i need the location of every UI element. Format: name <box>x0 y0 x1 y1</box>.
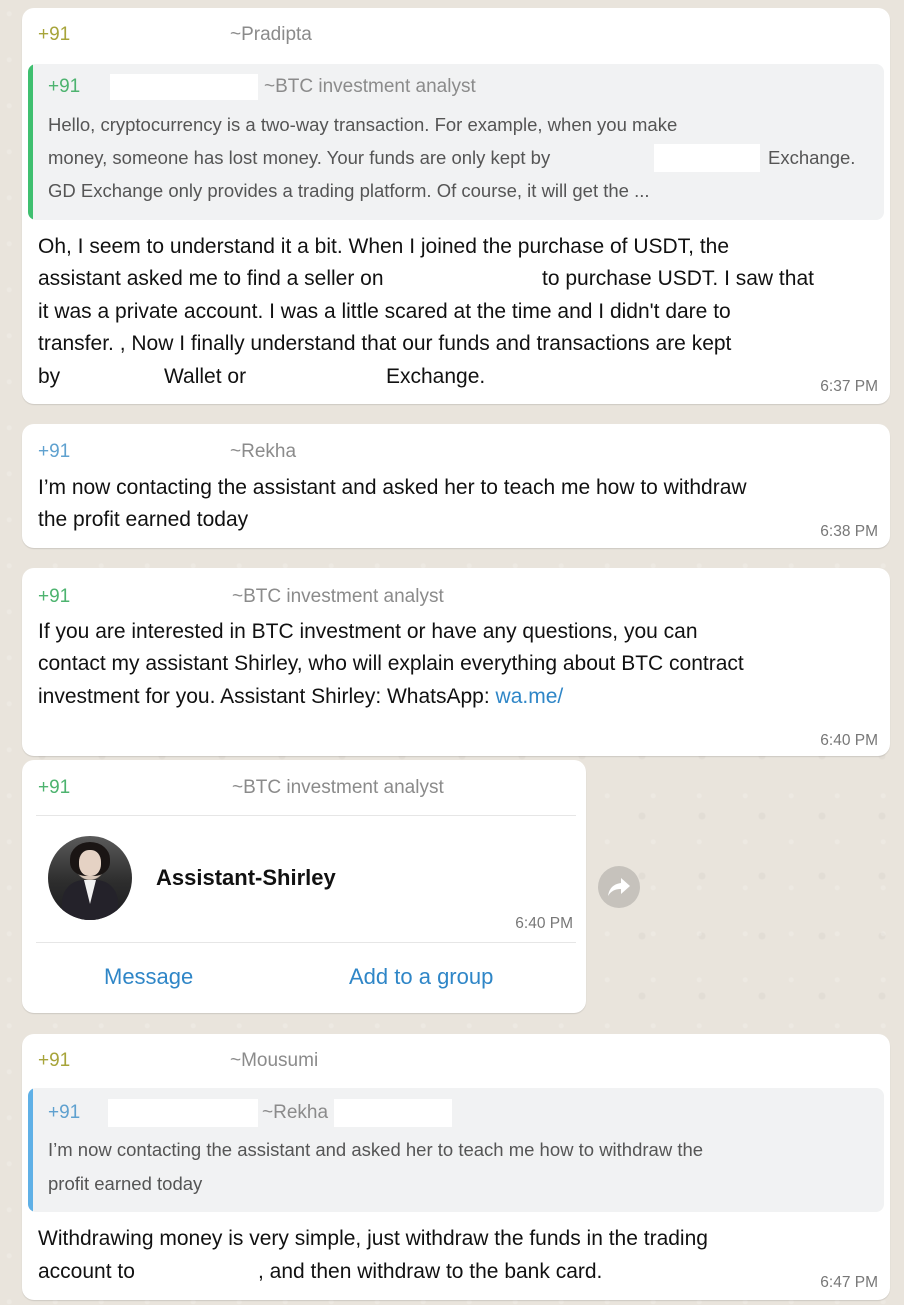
quote-sender-name: ~BTC investment analyst <box>264 76 476 97</box>
sender-phone[interactable]: +91 <box>38 441 70 462</box>
quoted-message[interactable]: +91 ~Rekha I’m now contacting the assist… <box>28 1088 884 1212</box>
quote-sender-name: ~Rekha <box>262 1102 329 1123</box>
message-line-5: by <box>38 365 61 388</box>
sender-phone[interactable]: +91 <box>38 777 70 798</box>
sender-name[interactable]: ~Pradipta <box>230 24 312 46</box>
message-line-3: it was a private account. I was a little… <box>38 300 731 323</box>
card-divider-bottom <box>36 942 576 943</box>
quoted-message[interactable]: +91 ~BTC investment analyst Hello, crypt… <box>28 64 884 220</box>
message-bubble-analyst[interactable]: +91 ~BTC investment analyst If you are i… <box>22 568 890 756</box>
redaction <box>110 74 258 100</box>
message-line-4: transfer. , Now I finally understand tha… <box>38 332 732 355</box>
message-bubble-rekha[interactable]: +91 ~Rekha I’m now contacting the assist… <box>22 424 890 548</box>
message-line-1: I’m now contacting the assistant and ask… <box>38 476 747 499</box>
sender-name[interactable]: ~BTC investment analyst <box>232 586 444 608</box>
sender-row: +91 ~Mousumi <box>38 1050 318 1072</box>
contact-card-bubble[interactable]: +91 ~BTC investment analyst Assistant-Sh… <box>22 760 586 1013</box>
card-divider-top <box>36 815 576 816</box>
quote-bar <box>28 64 33 220</box>
quote-sender-phone: +91 <box>48 1102 81 1123</box>
redaction <box>654 144 760 172</box>
message-line-2: the profit earned today <box>38 508 249 531</box>
sender-row: +91 ~Pradipta <box>38 24 312 46</box>
message-time: 6:37 PM <box>820 378 878 395</box>
message-time: 6:40 PM <box>820 732 878 749</box>
message-line-3-text: investment for you. Assistant Shirley: W… <box>38 685 490 708</box>
forward-button[interactable] <box>598 866 640 908</box>
sender-phone[interactable]: +91 <box>38 1050 70 1071</box>
message-line-5-mid: Wallet or <box>164 365 247 388</box>
message-line-2: assistant asked me to find a seller on <box>38 267 384 290</box>
message-line-2: account to <box>38 1260 135 1283</box>
sender-row: +91 ~Rekha <box>38 441 296 463</box>
quote-sender-row: +91 ~Rekha <box>48 1099 452 1127</box>
redaction <box>334 1099 452 1127</box>
contact-name[interactable]: Assistant-Shirley <box>156 865 336 891</box>
redaction <box>108 1099 258 1127</box>
message-bubble-pradipta[interactable]: +91 ~Pradipta +91 ~BTC investment analys… <box>22 8 890 404</box>
whatsapp-link[interactable]: wa.me/ <box>496 685 564 708</box>
message-bubble-mousumi[interactable]: +91 ~Mousumi +91 ~Rekha I’m now contacti… <box>22 1034 890 1300</box>
quote-line-2: money, someone has lost money. Your fund… <box>48 147 551 168</box>
message-line-5-tail: Exchange. <box>386 365 486 388</box>
quote-line-3: GD Exchange only provides a trading plat… <box>48 180 650 201</box>
quote-line-2: profit earned today <box>48 1173 203 1194</box>
message-line-2-tail: , and then withdraw to the bank card. <box>258 1260 603 1283</box>
quote-sender-row: +91 ~BTC investment analyst <box>48 74 476 100</box>
message-line-3: investment for you. Assistant Shirley: W… <box>38 681 563 714</box>
quote-sender-phone: +91 <box>48 76 81 97</box>
message-contact-button[interactable]: Message <box>104 964 193 990</box>
sender-name[interactable]: ~Mousumi <box>230 1050 318 1072</box>
message-line-1: Withdrawing money is very simple, just w… <box>38 1227 708 1250</box>
message-time: 6:40 PM <box>515 915 573 932</box>
add-to-group-button[interactable]: Add to a group <box>349 964 493 990</box>
message-time: 6:38 PM <box>820 523 878 540</box>
quote-line-2-tail: Exchange. <box>768 147 856 168</box>
quote-line-1: Hello, cryptocurrency is a two-way trans… <box>48 114 678 135</box>
message-line-1: If you are interested in BTC investment … <box>38 620 698 643</box>
message-line-2-tail: to purchase USDT. I saw that <box>542 267 814 290</box>
sender-phone[interactable]: +91 <box>38 586 70 607</box>
message-line-2: contact my assistant Shirley, who will e… <box>38 652 744 675</box>
forward-arrow-icon <box>608 878 630 896</box>
quote-line-1: I’m now contacting the assistant and ask… <box>48 1139 704 1160</box>
sender-name[interactable]: ~BTC investment analyst <box>232 777 444 799</box>
sender-row: +91 ~BTC investment analyst <box>38 777 444 799</box>
quote-bar <box>28 1088 33 1212</box>
sender-name[interactable]: ~Rekha <box>230 441 296 463</box>
message-time: 6:47 PM <box>820 1274 878 1291</box>
sender-row: +91 ~BTC investment analyst <box>38 586 444 608</box>
message-line-1: Oh, I seem to understand it a bit. When … <box>38 235 730 258</box>
sender-phone[interactable]: +91 <box>38 24 70 45</box>
contact-avatar[interactable] <box>48 836 132 920</box>
